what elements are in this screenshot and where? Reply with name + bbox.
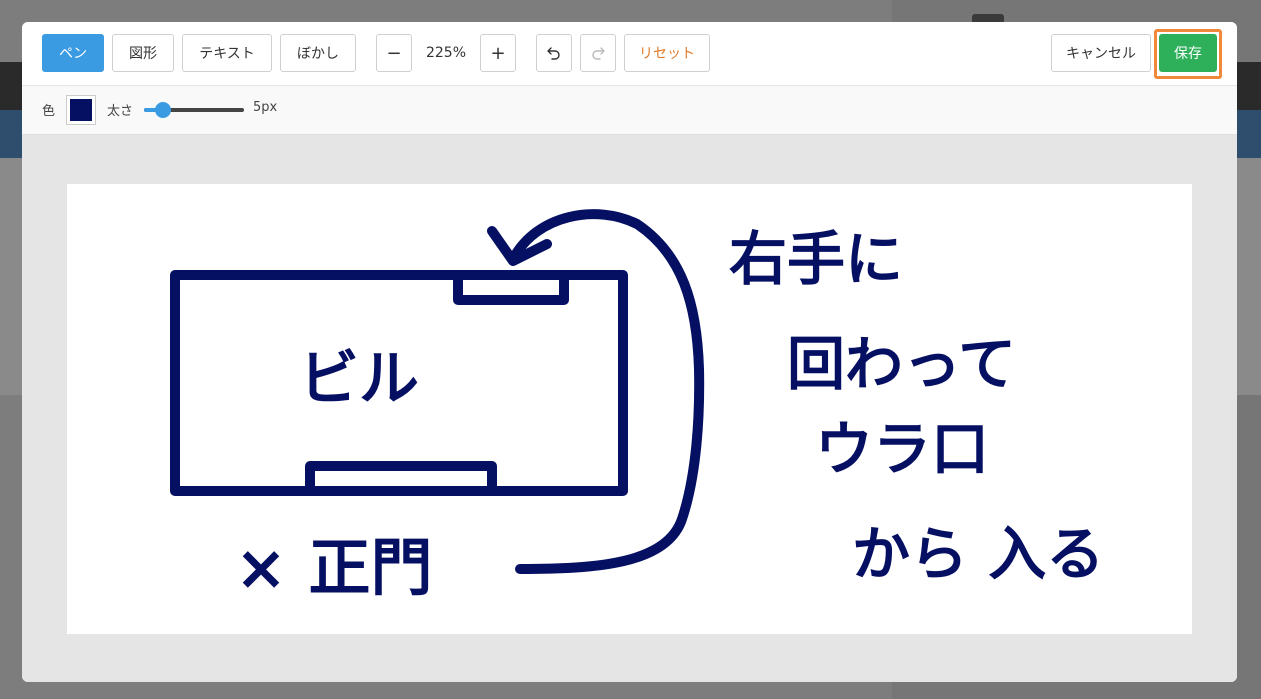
thickness-slider[interactable]: [144, 100, 244, 120]
zoom-level: 225%: [425, 45, 467, 61]
instruction-line-4: から 入る: [852, 520, 1104, 588]
building-label: ビル: [299, 344, 419, 414]
image-editor-modal: ペン 図形 テキスト ぼかし − 225% + リセット キャンセル 保存 色: [22, 22, 1237, 682]
gate-label: × 正門: [235, 531, 433, 604]
drawing-canvas[interactable]: ビル × 正門 右手に 回わって ウラ口 から 入る: [67, 184, 1192, 634]
zoom-in-button[interactable]: +: [480, 34, 516, 72]
color-swatch: [70, 99, 92, 121]
redo-icon: [592, 47, 605, 60]
tool-text-button[interactable]: テキスト: [182, 34, 272, 72]
instruction-line-2: 回わって: [787, 330, 1016, 398]
color-picker[interactable]: [66, 95, 96, 125]
color-label: 色: [42, 104, 56, 119]
save-button[interactable]: 保存: [1159, 34, 1217, 72]
tool-shape-button[interactable]: 図形: [112, 34, 174, 72]
undo-button[interactable]: [536, 34, 572, 72]
route-arrow-line: [508, 209, 705, 574]
tool-pen-button[interactable]: ペン: [42, 34, 104, 72]
cancel-button[interactable]: キャンセル: [1051, 34, 1151, 72]
undo-icon: [547, 47, 560, 60]
zoom-out-button[interactable]: −: [376, 34, 412, 72]
editor-toolbar: ペン 図形 テキスト ぼかし − 225% + リセット キャンセル 保存: [22, 22, 1237, 86]
redo-button[interactable]: [580, 34, 616, 72]
instruction-line-3: ウラ口: [815, 415, 989, 483]
canvas-area: ビル × 正門 右手に 回わって ウラ口 から 入る: [22, 135, 1237, 682]
slider-thumb[interactable]: [155, 102, 171, 118]
reset-button[interactable]: リセット: [624, 34, 710, 72]
pen-options-bar: 色 太さ 5px: [22, 86, 1237, 135]
thickness-label: 太さ: [107, 104, 134, 119]
tool-blur-button[interactable]: ぼかし: [280, 34, 356, 72]
back-door-mark: [453, 270, 569, 305]
drawing-svg: ビル × 正門 右手に 回わって ウラ口 から 入る: [170, 209, 1104, 604]
front-door-mark: [305, 461, 497, 496]
instruction-line-1: 右手に: [729, 225, 903, 293]
thickness-value: 5px: [253, 100, 278, 115]
